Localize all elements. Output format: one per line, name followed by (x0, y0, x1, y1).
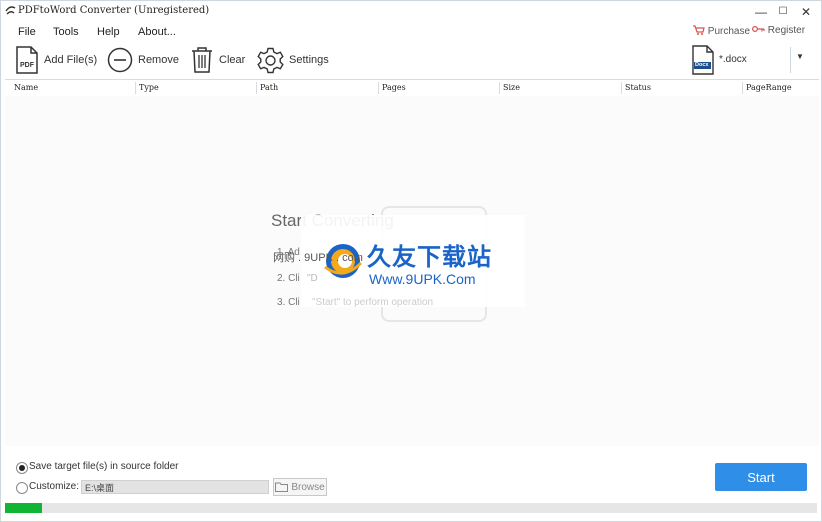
app-icon (5, 6, 16, 15)
svg-text:PDF: PDF (20, 62, 35, 69)
file-table-header: Name Type Path Pages Size Status PageRan… (5, 79, 819, 97)
purchase-link[interactable]: Purchase (693, 25, 750, 37)
cart-icon (693, 25, 705, 35)
guide-step-2: 2. Cli (277, 273, 300, 284)
menu-help[interactable]: Help (97, 26, 120, 38)
app-window: PDFtoWord Converter (Unregistered) — ☐ ✕… (0, 0, 822, 522)
docx-file-icon (692, 45, 714, 75)
customize-label[interactable]: Customize: (29, 481, 79, 492)
output-format-select[interactable]: Docx *.docx ▼ (689, 45, 817, 75)
remove-button[interactable]: Remove (107, 45, 179, 75)
guide-step-3: 3. Cli (277, 297, 300, 308)
watermark-url: Www.9UPK.Com (369, 271, 476, 287)
watermark-side-text: 网购 . 9UPK . com (273, 252, 363, 264)
purchase-label: Purchase (707, 26, 751, 37)
dropdown-arrow-icon[interactable]: ▼ (793, 52, 807, 61)
key-icon (751, 25, 765, 33)
save-in-source-label[interactable]: Save target file(s) in source folder (29, 461, 179, 472)
title-bar: PDFtoWord Converter (Unregistered) — ☐ ✕ (1, 1, 821, 23)
progress-bar (5, 503, 817, 513)
radio-selected-dot (19, 465, 25, 471)
close-button[interactable]: ✕ (794, 4, 818, 20)
add-files-label: Add File(s) (44, 54, 98, 66)
column-pages[interactable]: Pages (378, 82, 406, 94)
column-type[interactable]: Type (135, 82, 159, 94)
watermark-text: 久友下载站 (367, 244, 492, 271)
settings-label: Settings (289, 54, 329, 66)
progress-fill (5, 503, 43, 513)
maximize-button[interactable]: ☐ (771, 4, 795, 20)
browse-label: Browse (291, 481, 325, 493)
clear-button[interactable]: Clear (190, 45, 245, 75)
format-divider (790, 47, 791, 73)
save-in-source-radio[interactable] (16, 462, 28, 474)
trash-icon (192, 47, 212, 73)
column-size[interactable]: Size (499, 82, 520, 94)
column-status[interactable]: Status (621, 82, 651, 94)
customize-radio[interactable] (16, 482, 28, 494)
register-link[interactable]: Register (751, 25, 806, 36)
clear-label: Clear (219, 54, 246, 66)
folder-icon (275, 482, 289, 492)
window-title: PDFtoWord Converter (Unregistered) (18, 5, 210, 16)
add-files-button[interactable]: PDF Add File(s) (15, 45, 97, 75)
menu-about[interactable]: About... (138, 26, 176, 38)
browse-button[interactable]: Browse (273, 478, 327, 496)
output-format-label: *.docx (719, 54, 747, 65)
menu-file[interactable]: File (18, 26, 36, 38)
pdf-file-icon: PDF (16, 46, 38, 74)
register-label: Register (767, 25, 806, 36)
column-pagerange[interactable]: PageRange (742, 82, 792, 94)
minimize-button[interactable]: — (749, 4, 773, 20)
column-path[interactable]: Path (256, 82, 278, 94)
output-path-field[interactable]: E:\桌面 (81, 480, 269, 494)
guide-step-2-fragment: "D (307, 273, 318, 284)
docx-icon-label: Docx (695, 62, 709, 68)
settings-button[interactable]: Settings (257, 45, 329, 75)
menu-tools[interactable]: Tools (53, 26, 79, 38)
minus-circle-icon (107, 47, 133, 73)
gear-icon (257, 47, 284, 73)
column-name[interactable]: Name (11, 82, 38, 94)
remove-label: Remove (138, 54, 179, 66)
guide-step-3-fragment: "Start" to perform operation (312, 297, 434, 308)
start-button[interactable]: Start (715, 463, 807, 491)
